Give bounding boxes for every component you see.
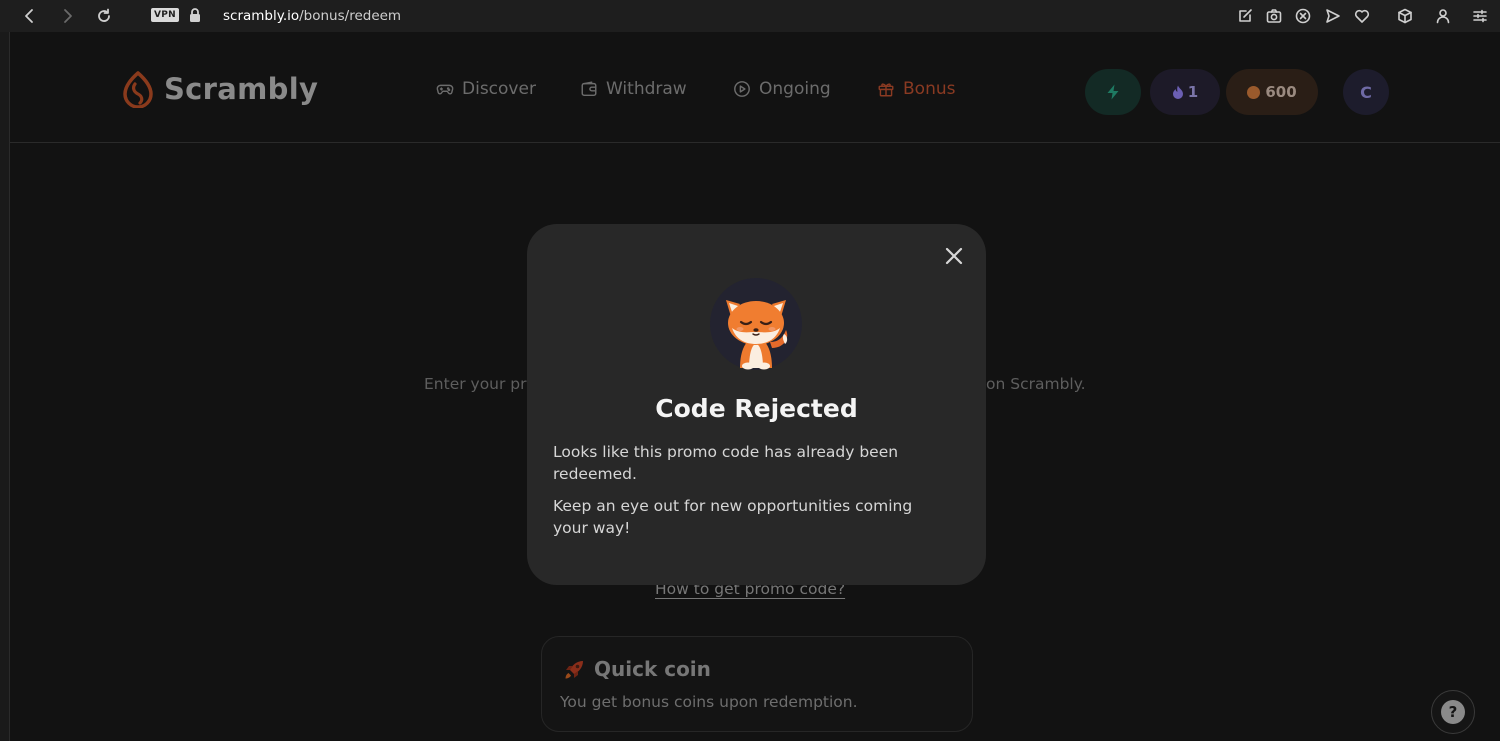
modal-message-primary: Looks like this promo code has already b… bbox=[553, 443, 899, 483]
rocket-icon bbox=[565, 661, 583, 679]
nav-discover-label: Discover bbox=[462, 79, 536, 99]
coin-balance[interactable]: 600 bbox=[1226, 69, 1318, 115]
sidebar-edge bbox=[0, 32, 10, 741]
intro-text-left: Enter your pr bbox=[424, 375, 527, 393]
edit-icon[interactable] bbox=[1234, 5, 1256, 27]
gamepad-icon bbox=[436, 84, 454, 95]
address-bar[interactable]: scrambly.io/bonus/redeem bbox=[223, 8, 401, 24]
nav-ongoing-label: Ongoing bbox=[759, 79, 831, 99]
block-icon[interactable] bbox=[1292, 5, 1314, 27]
profile-icon[interactable] bbox=[1432, 5, 1454, 27]
lock-icon[interactable] bbox=[187, 7, 203, 23]
quick-coin-description: You get bonus coins upon redemption. bbox=[560, 693, 858, 711]
coin-balance-value: 600 bbox=[1265, 83, 1297, 101]
camera-icon[interactable] bbox=[1263, 5, 1285, 27]
cube-icon[interactable] bbox=[1394, 5, 1416, 27]
nav-discover[interactable]: Discover bbox=[436, 79, 536, 99]
nav-bonus-label: Bonus bbox=[903, 79, 956, 99]
modal-title: Code Rejected bbox=[655, 394, 858, 423]
lightning-icon bbox=[1107, 84, 1119, 100]
logo-icon bbox=[123, 71, 153, 108]
url-host: scrambly.io bbox=[223, 8, 300, 24]
nav-withdraw-label: Withdraw bbox=[606, 79, 687, 99]
logo[interactable]: Scrambly bbox=[122, 70, 318, 108]
flame-icon bbox=[1172, 85, 1183, 99]
coin-icon bbox=[1247, 85, 1261, 99]
logo-text: Scrambly bbox=[164, 72, 319, 106]
browser-toolbar: VPN scrambly.io/bonus/redeem bbox=[0, 0, 1500, 32]
boost-button[interactable] bbox=[1085, 69, 1141, 115]
vpn-badge[interactable]: VPN bbox=[151, 8, 179, 22]
fox-mascot-icon bbox=[710, 278, 802, 370]
gift-icon bbox=[878, 83, 894, 97]
nav-ongoing[interactable]: Ongoing bbox=[733, 79, 831, 99]
forward-button[interactable] bbox=[56, 5, 78, 27]
streak-count: 1 bbox=[1187, 83, 1199, 101]
help-button[interactable]: ? bbox=[1431, 690, 1475, 734]
menu-icon[interactable] bbox=[1469, 5, 1491, 27]
avatar[interactable]: C bbox=[1343, 69, 1389, 115]
intro-text-right: on Scrambly. bbox=[986, 375, 1086, 393]
back-button[interactable] bbox=[19, 5, 41, 27]
play-circle-icon bbox=[734, 81, 750, 97]
url-path: /bonus/redeem bbox=[299, 8, 402, 24]
close-icon[interactable] bbox=[941, 243, 967, 269]
site-header: Scrambly Discover Withdraw Ongoing Bonus… bbox=[10, 32, 1500, 143]
nav-bonus[interactable]: Bonus bbox=[877, 79, 955, 99]
send-icon[interactable] bbox=[1322, 5, 1344, 27]
quick-coin-card[interactable]: Quick coin You get bonus coins upon rede… bbox=[541, 636, 973, 732]
heart-icon[interactable] bbox=[1351, 5, 1373, 27]
wallet-icon bbox=[581, 81, 597, 97]
nav-withdraw[interactable]: Withdraw bbox=[580, 79, 687, 99]
modal-message-secondary: Keep an eye out for new opportunities co… bbox=[553, 497, 913, 537]
reload-button[interactable] bbox=[93, 5, 115, 27]
help-icon: ? bbox=[1441, 700, 1465, 724]
code-rejected-modal: Code Rejected Looks like this promo code… bbox=[527, 224, 986, 585]
quick-coin-title: Quick coin bbox=[594, 657, 711, 681]
streak-badge[interactable]: 1 bbox=[1150, 69, 1220, 115]
